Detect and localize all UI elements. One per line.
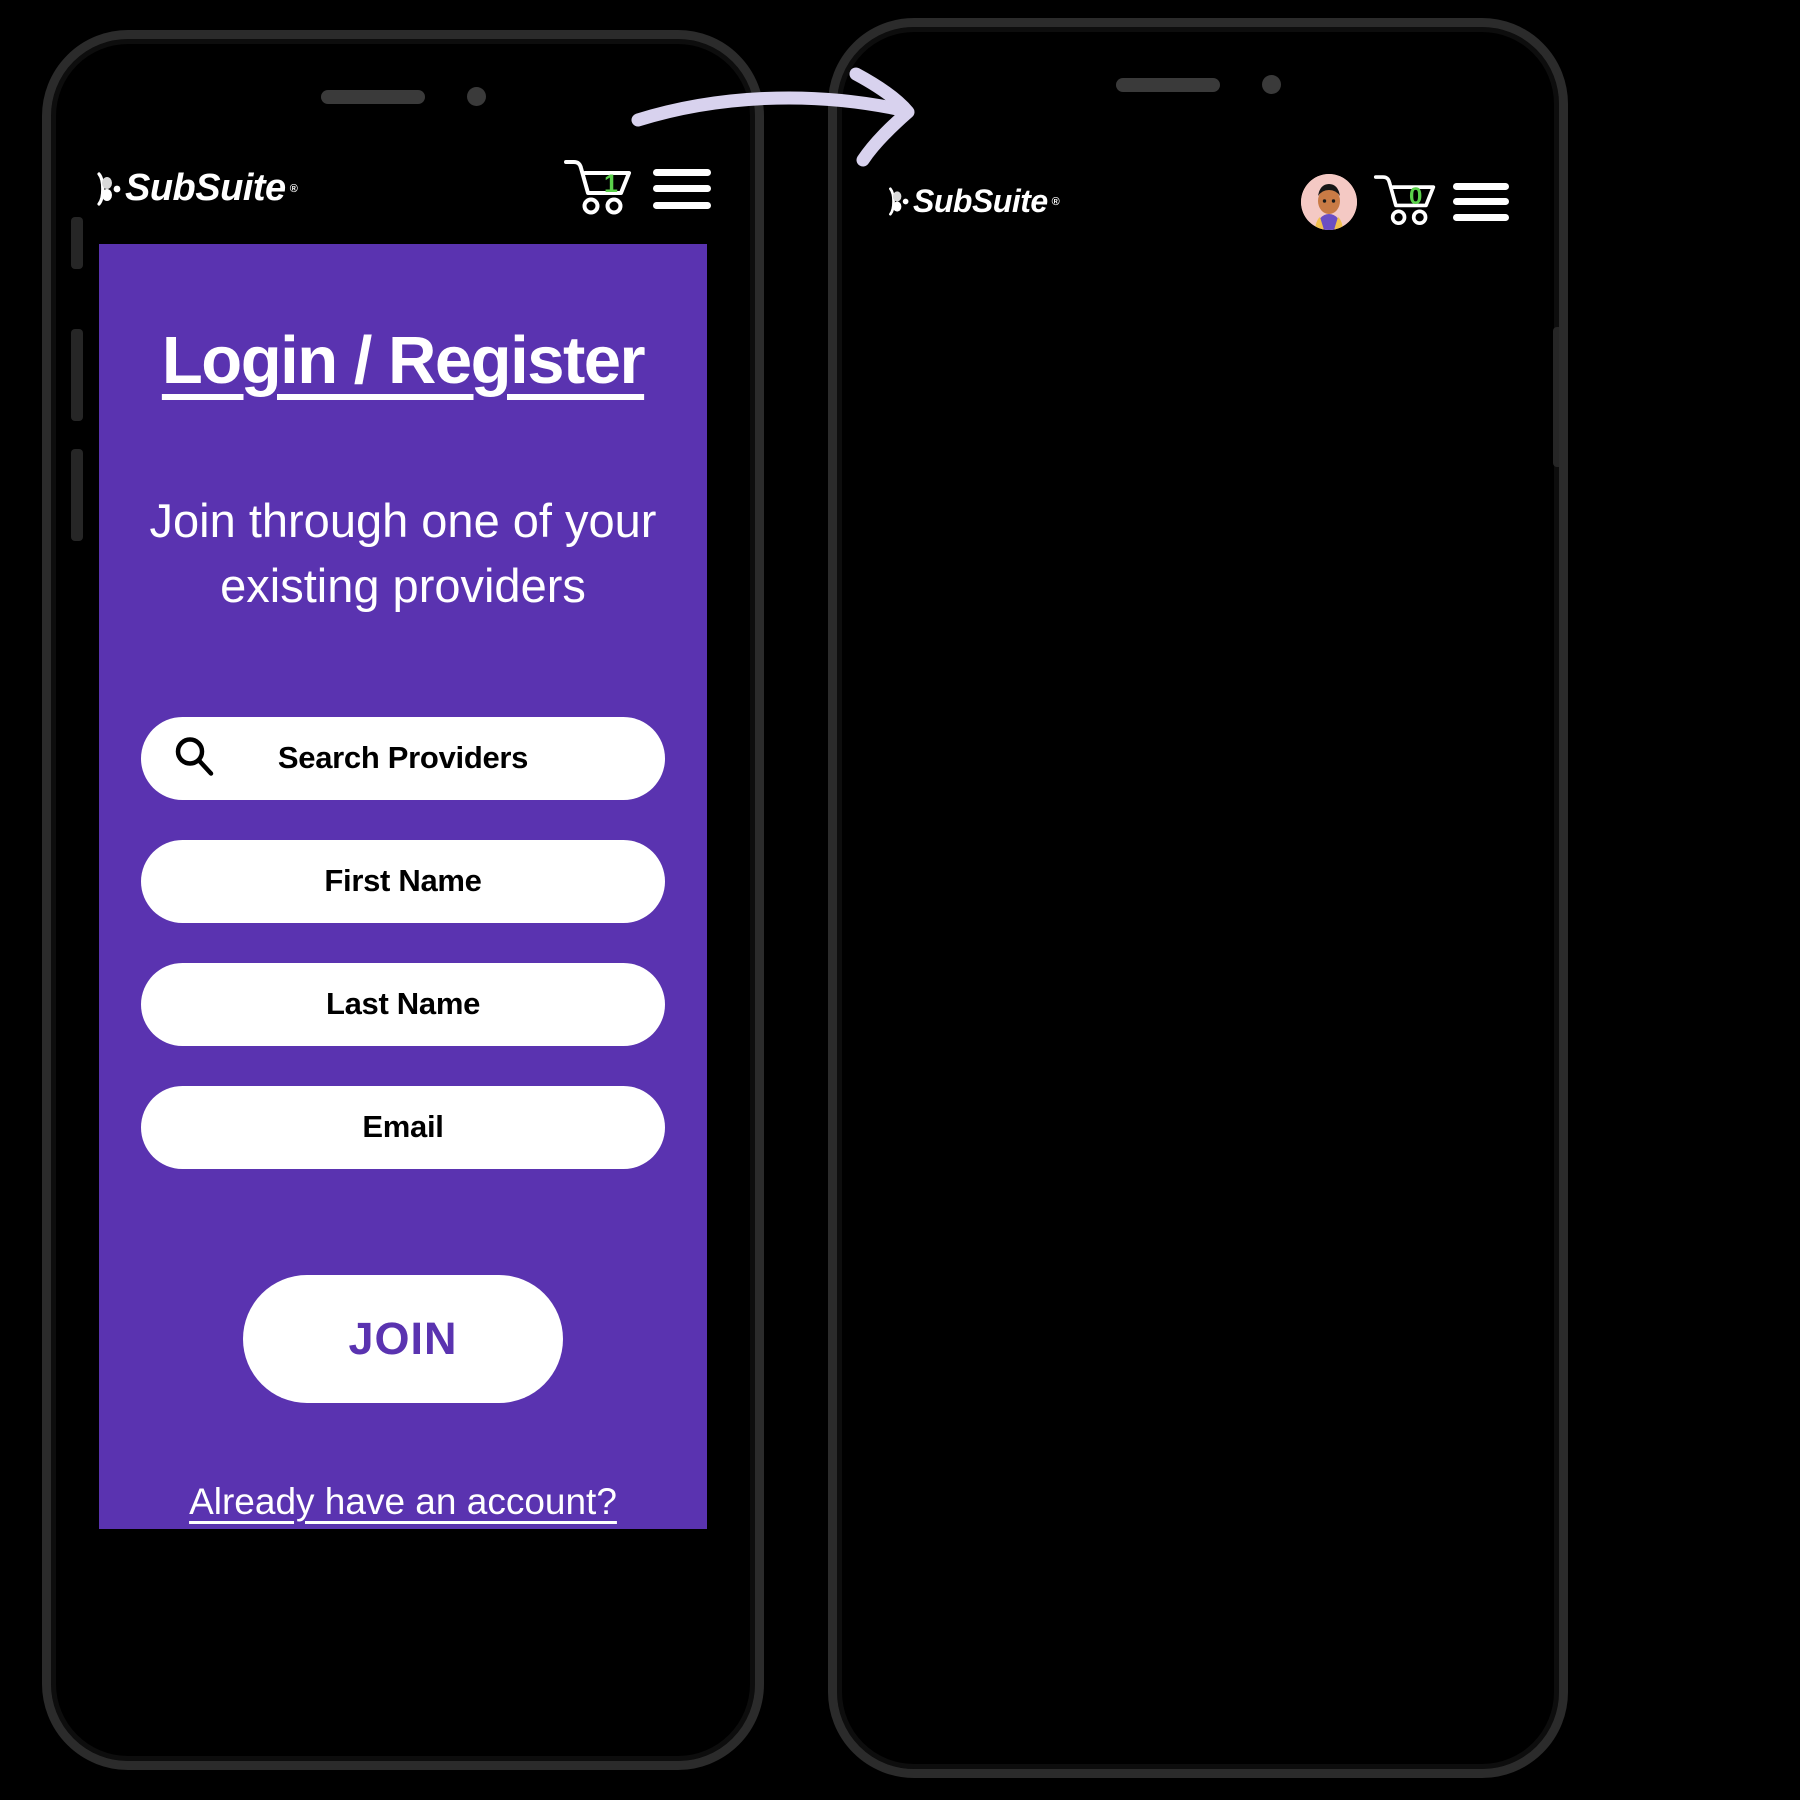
- phone-side-button: [71, 217, 83, 269]
- first-name-label: First Name: [324, 863, 482, 899]
- hamburger-menu-button[interactable]: [1453, 182, 1509, 221]
- join-button[interactable]: JOIN: [243, 1274, 563, 1403]
- hamburger-line: [1453, 182, 1509, 190]
- login-register-screen: Login / Register Join through one of you…: [99, 244, 707, 1529]
- email-input[interactable]: Email: [141, 1085, 665, 1169]
- trademark-symbol: ®: [1051, 195, 1060, 208]
- user-avatar-icon: [1301, 173, 1357, 230]
- phone-volume-down-button: [71, 449, 83, 541]
- cart-count-badge: 0: [1409, 183, 1423, 210]
- subsuite-logo-text: SubSuite: [125, 167, 286, 209]
- phone-mockup-login: SubSuite ® 1 Login / Register Join throu…: [42, 30, 764, 1770]
- screenshot-canvas: SubSuite ® 1 Login / Register Join throu…: [0, 0, 1800, 1800]
- already-have-account-link[interactable]: Already have an account?: [189, 1481, 617, 1523]
- header-icons-right: 0: [1301, 172, 1509, 231]
- hamburger-line: [653, 201, 711, 209]
- page-title: Login / Register: [161, 323, 646, 398]
- hamburger-line: [1453, 198, 1509, 205]
- last-name-input[interactable]: Last Name: [141, 962, 665, 1046]
- phone-volume-up-button: [71, 329, 83, 421]
- curved-arrow-icon: [631, 67, 915, 167]
- last-name-label: Last Name: [325, 986, 481, 1022]
- phone-camera: [466, 87, 486, 106]
- search-providers-input[interactable]: Search Providers: [141, 716, 665, 800]
- phone-speaker: [1115, 77, 1220, 92]
- phone-camera: [1261, 75, 1281, 94]
- flow-arrow: [620, 60, 960, 190]
- join-button-label: JOIN: [348, 1312, 458, 1364]
- subsuite-logo-mark: [887, 187, 909, 216]
- phone-speaker: [320, 89, 425, 104]
- hamburger-line: [1453, 213, 1509, 221]
- subsuite-logo[interactable]: SubSuite ®: [95, 167, 298, 210]
- phone-power-button: [1553, 327, 1559, 467]
- first-name-input[interactable]: First Name: [141, 839, 665, 923]
- search-icon: [173, 735, 215, 782]
- page-subtitle: Join through one of your existing provid…: [149, 494, 657, 612]
- shopping-cart-icon: [1373, 175, 1436, 226]
- cart-count-badge: 1: [604, 170, 618, 198]
- email-label: Email: [362, 1109, 444, 1145]
- cart-button[interactable]: 0: [1373, 172, 1437, 231]
- trademark-symbol: ®: [289, 182, 298, 195]
- subsuite-logo-mark: [95, 171, 121, 206]
- search-providers-label: Search Providers: [277, 740, 529, 776]
- phone-mockup-marketplace: SubSuite ® 0: [828, 18, 1568, 1778]
- avatar[interactable]: [1301, 173, 1357, 230]
